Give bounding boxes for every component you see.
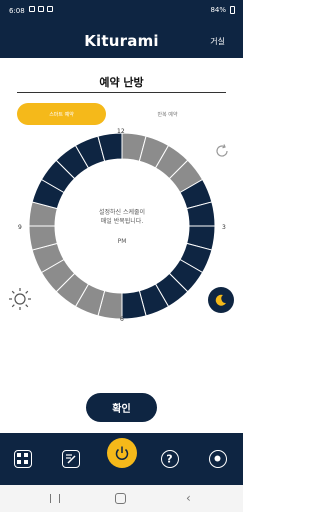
- title-divider: [17, 92, 226, 93]
- help-icon[interactable]: ?: [161, 450, 179, 468]
- dial-label-9: 9: [18, 224, 22, 231]
- tab-repeat-schedule[interactable]: 반복 예약: [123, 103, 212, 125]
- status-bar: 6:08 84%: [0, 0, 243, 22]
- refresh-icon[interactable]: [214, 143, 230, 159]
- notification-icons: [29, 6, 53, 12]
- power-icon: [115, 446, 129, 460]
- tab-smart-schedule[interactable]: 스마트 예약: [17, 103, 106, 125]
- power-button[interactable]: [107, 438, 137, 468]
- battery-icon: [230, 6, 235, 14]
- grid-icon[interactable]: [14, 450, 32, 468]
- confirm-button[interactable]: 확인: [86, 393, 157, 422]
- back-icon[interactable]: ‹: [186, 491, 191, 505]
- app-header: Kiturami 거실: [0, 22, 243, 58]
- edit-icon[interactable]: [62, 450, 80, 468]
- dial-label-3: 3: [222, 224, 226, 231]
- dial-label-6: 6: [120, 316, 124, 323]
- status-time: 6:08: [9, 7, 25, 15]
- recent-apps-icon[interactable]: [50, 494, 60, 503]
- battery-percent: 84%: [210, 6, 226, 14]
- home-icon[interactable]: [115, 493, 126, 504]
- room-link[interactable]: 거실: [210, 36, 225, 47]
- moon-icon[interactable]: [208, 287, 234, 313]
- logo: Kiturami: [84, 32, 159, 50]
- dial-hint-line1: 설정하신 스케줄이: [98, 209, 146, 216]
- period-label: PM: [117, 238, 127, 245]
- dial-hint-line2: 매일 반복됩니다.: [100, 218, 144, 225]
- settings-icon[interactable]: [209, 450, 227, 468]
- svg-text:?: ?: [166, 453, 172, 466]
- status-right: 84%: [210, 6, 235, 14]
- sun-icon[interactable]: [8, 287, 32, 311]
- dial-label-12: 12: [117, 128, 125, 135]
- bottom-nav: ?: [0, 433, 243, 485]
- page-title: 예약 난방: [99, 76, 144, 89]
- system-nav: ‹: [0, 485, 243, 512]
- dial-hint: 설정하신 스케줄이 매일 반복됩니다.: [76, 208, 168, 226]
